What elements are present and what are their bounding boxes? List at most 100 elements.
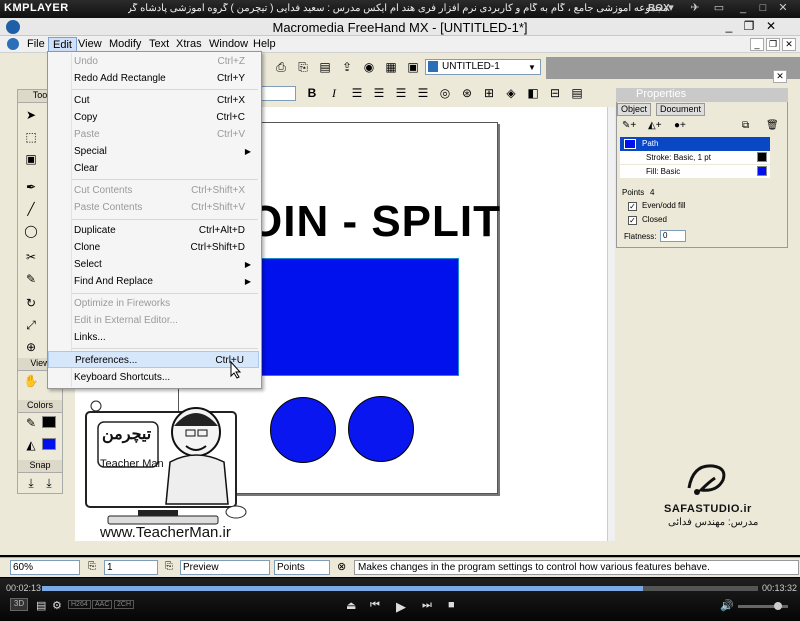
menu-clear[interactable]: Clear <box>48 160 259 177</box>
swatches-icon[interactable]: ▦ <box>384 60 398 74</box>
close-icon[interactable]: ✕ <box>762 19 780 34</box>
menu-duplicate[interactable]: Duplicate Ctrl+Alt+D <box>48 222 259 239</box>
document-select[interactable]: UNTITLED-1 <box>425 59 541 75</box>
fill-row[interactable]: Fill: Basic <box>620 165 770 178</box>
ellipse-tool-icon[interactable]: ◯ <box>22 222 40 240</box>
menu-cut[interactable]: Cut Ctrl+X <box>48 92 259 109</box>
restore-icon[interactable]: ❐ <box>740 19 758 34</box>
document-icon[interactable] <box>7 38 19 50</box>
menu-modify[interactable]: Modify <box>105 37 145 51</box>
tab-object[interactable]: Object <box>617 103 652 116</box>
blue-rectangle[interactable] <box>255 258 459 376</box>
view-mode-select[interactable]: Preview <box>180 560 270 575</box>
import-icon[interactable]: ⎘ <box>296 60 310 74</box>
menu-clone[interactable]: Clone Ctrl+Shift+D <box>48 239 259 256</box>
next-icon[interactable]: ⏭ <box>422 599 432 612</box>
menu-find-replace[interactable]: Find And Replace ▶ <box>48 273 259 290</box>
export-icon[interactable]: ⇪ <box>340 60 354 74</box>
align-left-icon[interactable]: ☰ <box>350 86 364 100</box>
align-center-icon[interactable]: ☰ <box>372 86 386 100</box>
stroke-row[interactable]: Stroke: Basic, 1 pt <box>620 151 770 164</box>
vertical-scrollbar[interactable] <box>607 107 615 541</box>
tab-document[interactable]: Document <box>656 103 706 116</box>
fill-color-icon[interactable]: ◭ <box>22 436 40 454</box>
justify-icon[interactable]: ☰ <box>416 86 430 100</box>
menu-undo[interactable]: Undo Ctrl+Z <box>48 53 259 70</box>
layers-icon[interactable]: ▣ <box>406 60 420 74</box>
3d-icon[interactable]: 3D <box>10 598 28 611</box>
page-tool-icon[interactable]: ▣ <box>22 150 40 168</box>
doc-minimize-icon[interactable]: _ <box>750 38 764 51</box>
stroke-swatch[interactable] <box>42 416 56 428</box>
line-tool-icon[interactable]: ╱ <box>22 200 40 218</box>
print-icon[interactable]: ⎙ <box>274 60 288 74</box>
player-menu-icon[interactable]: ▾ <box>664 2 678 15</box>
library-icon[interactable]: ▤ <box>318 60 332 74</box>
menu-text[interactable]: Text <box>145 37 173 51</box>
menu-file[interactable]: File <box>23 37 49 51</box>
menu-help[interactable]: Help <box>249 37 280 51</box>
menu-optimize-fireworks[interactable]: Optimize in Fireworks <box>48 295 259 312</box>
chevron-down-icon[interactable]: ▼ <box>528 63 536 72</box>
closed-checkbox[interactable]: ✓ <box>628 216 637 225</box>
playlist-icon[interactable]: ▤ <box>36 599 46 612</box>
menu-keyboard-shortcuts[interactable]: Keyboard Shortcuts... <box>48 369 259 386</box>
join-icon[interactable]: ⊛ <box>460 86 474 100</box>
stroke-color-icon[interactable]: ✎ <box>22 414 40 432</box>
pencil-tool-icon[interactable]: ✎ <box>22 270 40 288</box>
eject-icon[interactable]: ⏏ <box>346 599 356 612</box>
page-select[interactable]: 1 <box>104 560 158 575</box>
font-size-input[interactable] <box>260 86 296 101</box>
player-mini-icon[interactable]: ▭ <box>712 2 726 15</box>
pen-tool-icon[interactable]: ✒ <box>22 178 40 196</box>
menu-window[interactable]: Window <box>205 37 252 51</box>
units-select[interactable]: Points <box>274 560 330 575</box>
menu-select[interactable]: Select ▶ <box>48 256 259 273</box>
align-icon[interactable]: ⊟ <box>548 86 562 100</box>
fill-swatch[interactable] <box>42 438 56 450</box>
rotate-tool-icon[interactable]: ↻ <box>22 294 40 312</box>
duplicate-item-icon[interactable]: ⧉ <box>742 120 749 131</box>
knife-tool-icon[interactable]: ✂ <box>22 248 40 266</box>
stop-icon[interactable]: ■ <box>448 599 455 611</box>
union-icon[interactable]: ◈ <box>504 86 518 100</box>
player-minimize-icon[interactable]: _ <box>736 2 750 15</box>
menu-paste[interactable]: Paste Ctrl+V <box>48 126 259 143</box>
lasso-tool-icon[interactable]: ⬚ <box>22 128 40 146</box>
hand-tool-icon[interactable]: ✋ <box>22 372 40 390</box>
pin-icon[interactable]: ✈ <box>688 2 702 15</box>
volume-icon[interactable]: 🔊 <box>720 599 734 612</box>
eyedropper-tool-icon[interactable]: ⊕ <box>22 338 40 356</box>
menu-redo[interactable]: Redo Add Rectangle Ctrl+Y <box>48 70 259 87</box>
menu-links[interactable]: Links... <box>48 329 259 346</box>
italic-icon[interactable]: I <box>327 86 341 100</box>
player-maximize-icon[interactable]: □ <box>756 2 770 15</box>
volume-handle[interactable] <box>774 602 782 610</box>
add-fill-icon[interactable]: ◭+ <box>648 120 662 131</box>
play-icon[interactable]: ▶ <box>396 599 406 615</box>
blue-circle-right[interactable] <box>348 396 414 462</box>
menu-view[interactable]: View <box>74 37 106 51</box>
snap-point-icon[interactable]: ⤓ <box>22 474 40 492</box>
blue-circle-left[interactable] <box>270 397 336 463</box>
add-effect-icon[interactable]: ●+ <box>674 120 686 131</box>
scale-tool-icon[interactable]: ⤢ <box>22 316 40 334</box>
properties-title[interactable]: Properties <box>616 88 788 102</box>
align-right-icon[interactable]: ☰ <box>394 86 408 100</box>
settings-icon[interactable]: ⚙ <box>52 599 62 612</box>
zoom-select[interactable]: 60% <box>10 560 80 575</box>
snap-guide-icon[interactable]: ⤓ <box>40 474 58 492</box>
menu-xtras[interactable]: Xtras <box>172 37 206 51</box>
menu-preferences[interactable]: Preferences... Ctrl+U <box>48 351 259 368</box>
menu-cut-contents[interactable]: Cut Contents Ctrl+Shift+X <box>48 182 259 199</box>
transform-icon[interactable]: ⊞ <box>482 86 496 100</box>
menu-copy[interactable]: Copy Ctrl+C <box>48 109 259 126</box>
prev-page-icon[interactable]: ⎘ <box>88 561 96 572</box>
next-page-icon[interactable]: ⎘ <box>165 561 173 572</box>
flatness-input[interactable]: 0 <box>660 230 686 242</box>
punch-icon[interactable]: ◧ <box>526 86 540 100</box>
color-mixer-icon[interactable]: ◉ <box>362 60 376 74</box>
menu-special[interactable]: Special ▶ <box>48 143 259 160</box>
doc-restore-icon[interactable]: ❐ <box>766 38 780 51</box>
bold-icon[interactable]: B <box>305 86 319 100</box>
